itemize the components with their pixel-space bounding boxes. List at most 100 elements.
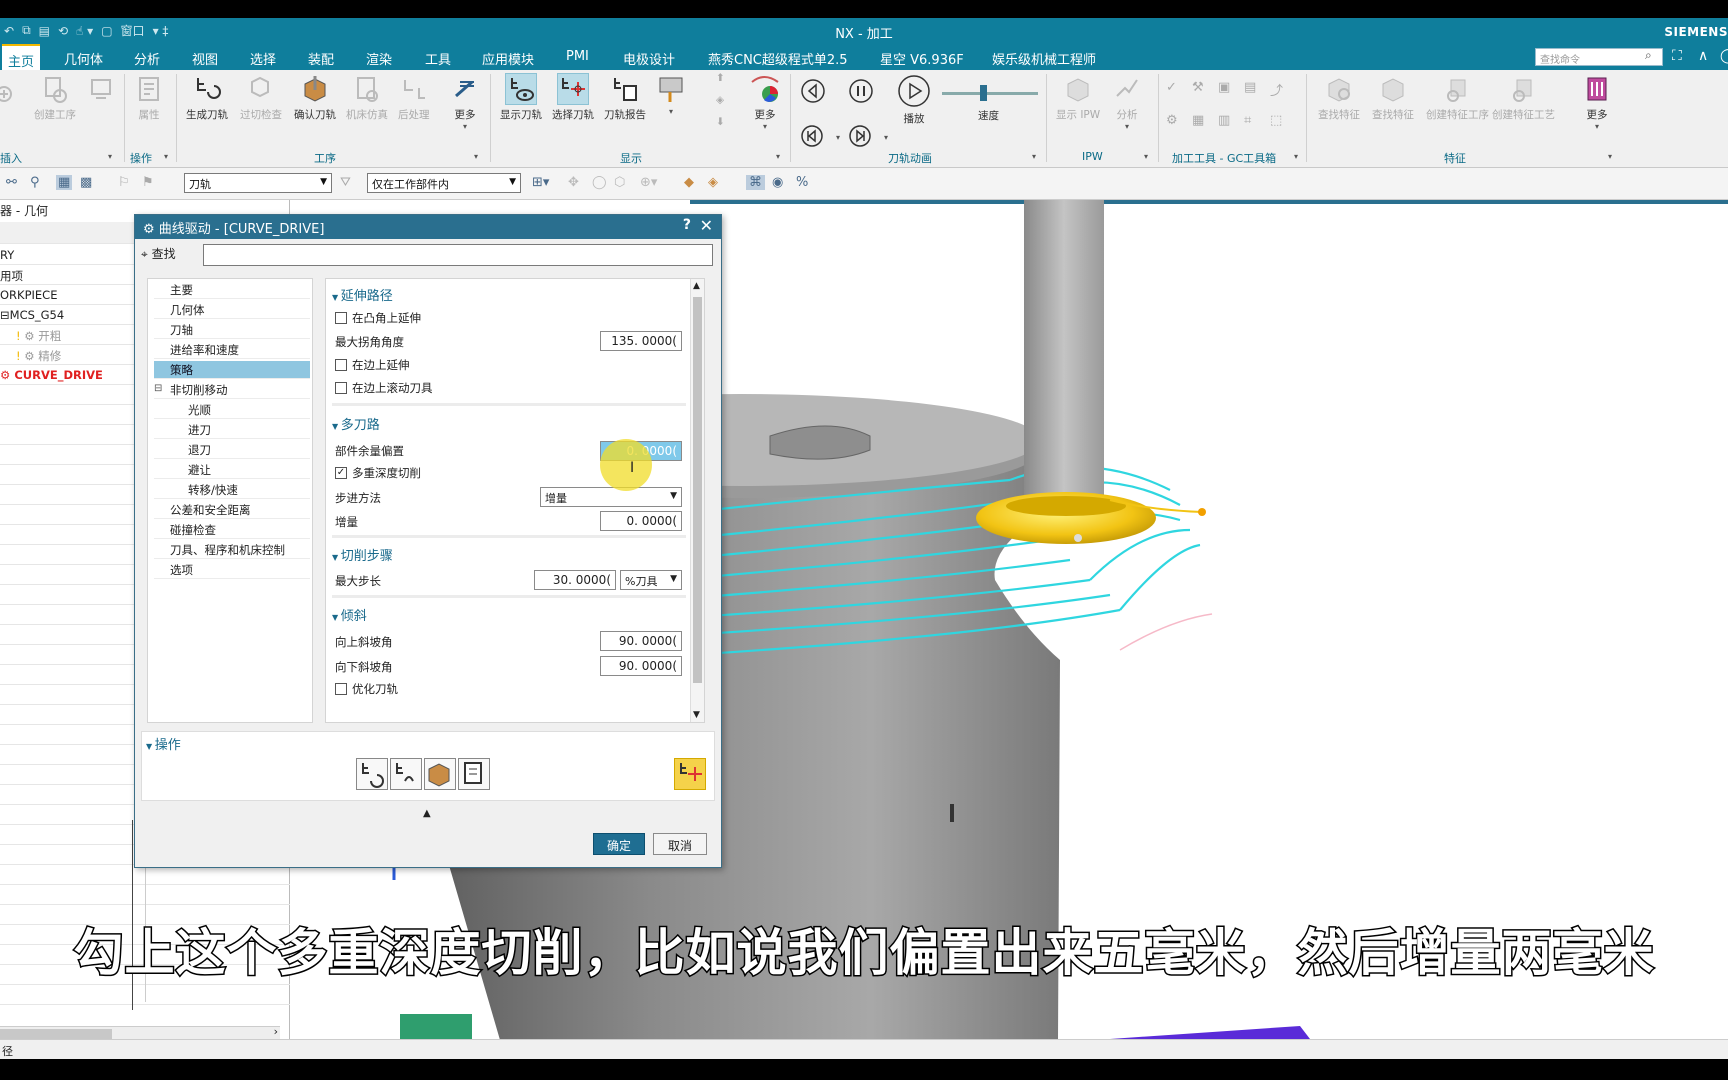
select-toolpath-button[interactable]: 选择刀轨 — [552, 73, 594, 122]
section-multiple-passes[interactable]: ▼ 多刀路 — [326, 414, 692, 433]
insert-program-button[interactable] — [0, 74, 26, 107]
list-button[interactable] — [458, 758, 490, 790]
snap-circle-icon[interactable]: ◯ — [592, 175, 607, 190]
tree-item-smooth[interactable]: 光顺 — [154, 401, 310, 419]
tree-expand-icon[interactable]: ⊟ — [0, 308, 10, 322]
more-display-button[interactable]: 更多 ▾ — [750, 74, 780, 131]
body-filter-icon[interactable]: ◈ — [708, 175, 718, 190]
menu-view[interactable]: 视图 — [192, 49, 218, 68]
jump-end-button[interactable] — [848, 124, 872, 151]
type-filter-dropdown[interactable]: 刀轨 ▼ — [184, 173, 332, 193]
menu-xingkong[interactable]: 星空 V6.936F — [880, 49, 964, 68]
multiple-depth-checkbox[interactable]: ✓ — [335, 467, 347, 479]
tree-item-transfer[interactable]: 转移/快速 — [154, 481, 310, 499]
scrollbar-thumb[interactable] — [0, 1029, 112, 1039]
tree-item-avoid[interactable]: 避让 — [154, 461, 310, 479]
section-cut-step[interactable]: ▼ 切削步骤 — [326, 545, 692, 564]
tree-item-retract[interactable]: 退刀 — [154, 441, 310, 459]
tree-item-collision[interactable]: 碰撞检查 — [154, 521, 310, 539]
create-feature-op-button[interactable]: 创建特征工序 — [1426, 74, 1489, 122]
find-feature-button[interactable]: 查找特征 — [1318, 74, 1360, 122]
max-angle-input[interactable]: 135. 0000( — [600, 331, 682, 351]
speed-slider-track[interactable] — [942, 92, 1038, 95]
machine-view-icon[interactable]: ▩ — [80, 175, 92, 190]
fullscreen-icon[interactable]: ⛶ — [1672, 48, 1682, 64]
funnel-icon[interactable]: ⛛ — [340, 175, 351, 190]
collapse-ribbon-icon[interactable]: ∧ — [1698, 48, 1708, 64]
panel-vertical-scrollbar[interactable]: ▲ ▼ — [690, 279, 704, 722]
gc-tool-icon[interactable]: ⚒ — [1192, 80, 1218, 99]
search-icon[interactable]: ⌕ — [1645, 48, 1652, 63]
increment-input[interactable]: 0. 0000( — [600, 511, 682, 531]
dialog-title-bar[interactable]: ⚙ 曲线驱动 - [CURVE_DRIVE] ? ✕ — [135, 215, 721, 239]
tree-item-engage[interactable]: 进刀 — [154, 421, 310, 439]
group-process[interactable]: 工序 — [314, 150, 336, 166]
tree-item-geometry[interactable]: 几何体 — [154, 301, 310, 319]
ramp-down-angle-input[interactable]: 90. 0000( — [600, 656, 682, 676]
menu-electrode[interactable]: 电极设计 — [623, 49, 675, 68]
chevron-right-icon[interactable]: › — [274, 1025, 278, 1038]
ok-button[interactable]: 确定 — [593, 833, 645, 855]
gc-tool-icon[interactable]: ▣ — [1218, 80, 1244, 99]
ipw-analysis-button[interactable]: 分析 ▾ — [1112, 74, 1142, 131]
edge-roll-checkbox[interactable] — [335, 382, 347, 394]
chevron-up-icon[interactable]: ▲ — [693, 281, 700, 291]
tree-item-machine-control[interactable]: 刀具、程序和机床控制 — [154, 541, 310, 559]
menu-yanxiu[interactable]: 燕秀CNC超级程式单2.5 — [708, 49, 848, 68]
edge-extend-checkbox[interactable] — [335, 359, 347, 371]
tree-item-tolerance[interactable]: 公差和安全距离 — [154, 501, 310, 519]
menu-engineer[interactable]: 娱乐级机械工程师 — [992, 49, 1096, 68]
menu-application[interactable]: 应用模块 — [482, 49, 534, 68]
close-button[interactable]: ✕ — [700, 216, 713, 235]
play-button[interactable]: 播放 — [897, 74, 931, 126]
tree-item-tool-axis[interactable]: 刀轴 — [154, 321, 310, 339]
filter-icon[interactable]: ⚐ — [118, 175, 130, 190]
toolpath-report-button[interactable]: 刀轨报告 — [604, 74, 646, 122]
navigator-horizontal-scrollbar[interactable]: › — [0, 1025, 280, 1040]
show-toolpath-button[interactable]: 显示刀轨 — [500, 73, 542, 122]
scope-dropdown[interactable]: 仅在工作部件内 ▼ — [367, 173, 521, 193]
replay-button[interactable] — [390, 758, 422, 790]
more-operations-button[interactable]: 更多 ▾ — [450, 74, 480, 131]
menu-assembly[interactable]: 装配 — [308, 49, 334, 68]
gc-tool-icon[interactable]: ▦ — [1192, 113, 1218, 128]
gc-tool-icon[interactable]: ⬚ — [1270, 113, 1296, 128]
verify-toolpath-button[interactable]: 确认刀轨 — [294, 74, 336, 122]
help-button[interactable]: ? — [683, 217, 691, 233]
tree-item-main[interactable]: 主要 — [154, 281, 310, 299]
convex-extend-checkbox[interactable] — [335, 312, 347, 324]
mcs-icon[interactable]: ⌘ — [746, 175, 765, 190]
tree-item-non-cutting[interactable]: ⊟ 非切削移动 — [154, 381, 310, 399]
max-step-unit-select[interactable]: %刀具 ▼ — [620, 570, 682, 590]
snap-arc-icon[interactable]: ⬡ — [614, 175, 625, 190]
more-feature-button[interactable]: 更多 ▾ — [1582, 74, 1612, 131]
group-operation[interactable]: 操作 — [130, 150, 152, 166]
menu-geometry[interactable]: 几何体 — [64, 49, 103, 68]
help-icon[interactable]: ◯ — [1720, 48, 1728, 64]
gc-tool-icon[interactable]: ▥ — [1218, 113, 1244, 128]
gc-tool-icon[interactable]: ⚙ — [1166, 113, 1192, 128]
step-method-select[interactable]: 增量 ▼ — [540, 487, 682, 507]
solid-filter-icon[interactable]: ◆ — [684, 175, 694, 190]
menu-render[interactable]: 渲染 — [366, 49, 392, 68]
tree-view-icon[interactable]: ⚲ — [30, 175, 40, 190]
gc-tool-icon[interactable]: ✓ — [1166, 80, 1192, 99]
layer-button[interactable]: ◈ — [716, 94, 724, 106]
snap-more-icon[interactable]: ⊕▾ — [640, 175, 657, 190]
move-down-button[interactable]: ⬇ — [716, 116, 725, 128]
create-operation-button[interactable]: 创建工序 — [34, 74, 76, 122]
tree-collapse-icon[interactable]: ⊟ — [154, 383, 162, 394]
menu-pmi[interactable]: PMI — [566, 49, 589, 64]
step-back-button[interactable] — [800, 78, 826, 107]
postprocess-button[interactable]: 后处理 — [398, 74, 430, 122]
optimize-toolpath-checkbox[interactable] — [335, 683, 347, 695]
ramp-up-angle-input[interactable]: 90. 0000( — [600, 631, 682, 651]
tree-item-strategy[interactable]: 策略 — [154, 361, 310, 379]
snap-point-icon[interactable]: ✥ — [568, 175, 579, 190]
create-feature-process-button[interactable]: 创建特征工艺 — [1492, 74, 1555, 122]
actions-header[interactable]: ▼ 操作 — [146, 734, 181, 753]
selection-mode-icon[interactable]: ⚯ — [6, 175, 17, 190]
menu-analysis[interactable]: 分析 — [134, 49, 160, 68]
menu-select[interactable]: 选择 — [250, 49, 276, 68]
group-ipw[interactable]: IPW — [1082, 150, 1103, 163]
